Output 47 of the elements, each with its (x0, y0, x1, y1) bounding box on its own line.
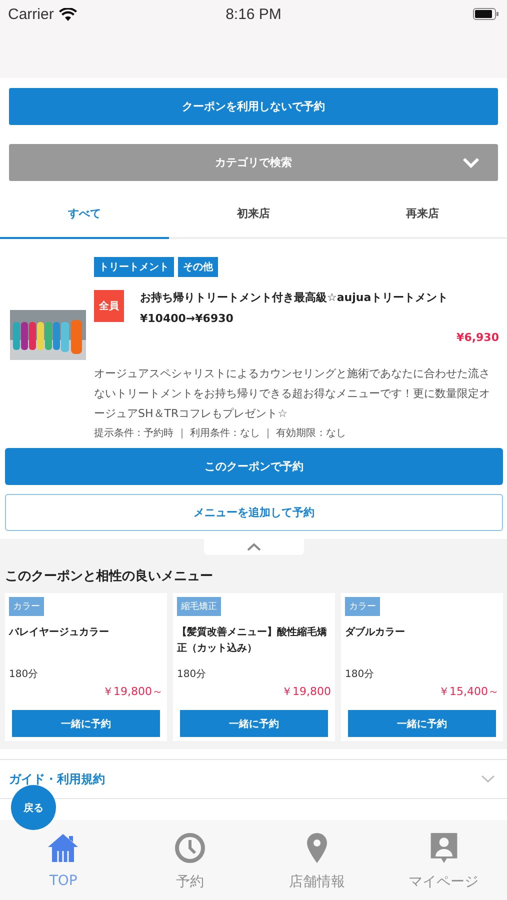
battery-icon (473, 8, 499, 20)
coupon-conditions: 提示条件 : 予約時 ｜ 利用条件 : なし ｜ 有効期限 : なし (94, 426, 347, 440)
coupon-title: お持ち帰りトリートメント付き最高級☆aujuaトリートメント¥10400→¥6930 (140, 290, 450, 327)
clock-icon (174, 832, 206, 864)
category-tag: トリートメント (94, 257, 174, 277)
location-pin-icon (306, 832, 328, 864)
nav-tab[interactable]: 店舗情報 (254, 820, 380, 900)
collapse-button[interactable] (204, 539, 304, 555)
book-together-button[interactable]: 一緒に予約 (348, 710, 496, 737)
book-together-button[interactable]: 一緒に予約 (12, 710, 160, 737)
coupon-description: オージュアスペシャリストによるカウンセリングと施術であなたに合わせた流さないトリートメントをお持ち帰りできる超お得なメニューです！更に数量限定オージュアSH＆TRコフレもプレゼント☆ (94, 366, 491, 422)
menu-duration: 180分 (177, 668, 208, 681)
menu-price: ￥19,800 (280, 684, 331, 699)
coupon-price: ¥6,930 (456, 331, 499, 344)
wifi-icon (58, 8, 77, 20)
menu-price: ￥19,800～ (102, 684, 163, 699)
menu-duration: 180分 (345, 668, 376, 681)
target-badge: 全員 (94, 290, 124, 322)
add-menu-button[interactable]: メニューを追加して予約 (5, 494, 503, 531)
back-button[interactable]: 戻る (11, 785, 56, 830)
menu-price: ￥15,400～ (438, 684, 499, 699)
menu-duration: 180分 (9, 668, 40, 681)
menu-name: 【髪質改善メニュー】酸性縮毛矯正（カット込み） (177, 625, 328, 656)
home-icon (47, 832, 80, 864)
menu-name: ダブルカラー (345, 626, 406, 640)
book-with-coupon-button[interactable]: このクーポンで予約 (5, 448, 503, 485)
nav-tab[interactable]: 予約 (126, 820, 254, 900)
menu-name: バレイヤージュカラー (9, 626, 110, 640)
category-search-button[interactable]: カテゴリで検索 (9, 144, 498, 181)
filter-tab[interactable]: 再来店 (338, 194, 507, 239)
profile-icon (428, 832, 459, 864)
carrier-name: Carrier (8, 6, 54, 22)
filter-tab[interactable]: すべて (0, 194, 169, 239)
nav-tab[interactable]: マイページ (380, 820, 507, 900)
section-title: このクーポンと相性の良いメニュー (5, 568, 214, 585)
category-tag: カラー (9, 597, 44, 616)
chevron-up-icon (247, 543, 261, 551)
guide-link[interactable]: ガイド・利用規約 (9, 770, 105, 788)
status-time: 8:16 PM (224, 6, 282, 22)
category-tag: その他 (178, 257, 218, 277)
category-tag: カラー (345, 597, 380, 616)
book-together-button[interactable]: 一緒に予約 (180, 710, 328, 737)
chevron-down-icon (462, 157, 480, 168)
category-tag: 縮毛矯正 (177, 597, 221, 616)
book-without-coupon-button[interactable]: クーポンを利用しないで予約 (9, 88, 498, 125)
chevron-down-icon (481, 775, 495, 783)
filter-tab[interactable]: 初来店 (169, 194, 338, 239)
